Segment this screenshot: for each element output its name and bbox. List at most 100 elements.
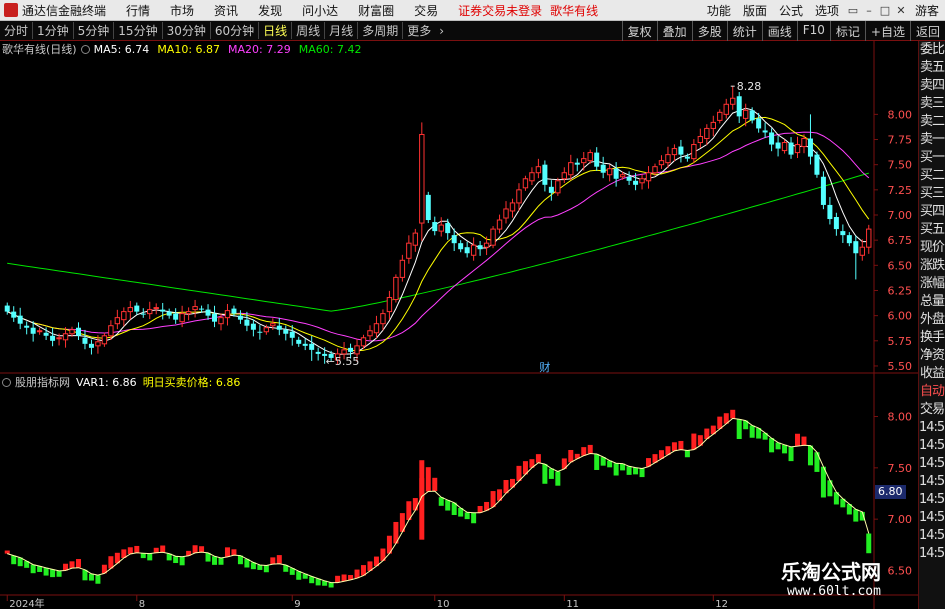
sidebar-item[interactable]: 交易	[919, 401, 945, 419]
sidebar-item[interactable]: 买一	[919, 149, 945, 167]
sidebar-item[interactable]: 买三	[919, 185, 945, 203]
watermark: 乐淘公式网 www.60lt.com	[775, 556, 925, 606]
minimize-icon[interactable]: –	[861, 4, 877, 17]
chart-canvas[interactable]: 5.50 5.75 6.00 6.25 6.50 6.75 7.00 7.25 7.50 7.75…	[0, 41, 918, 609]
candle-body	[205, 309, 211, 316]
chevron-right-icon[interactable]: ›	[435, 24, 448, 38]
sidebar-item[interactable]: 卖一	[919, 131, 945, 149]
sidebar-item-auto[interactable]: 自动	[919, 383, 945, 401]
tool-stats-button[interactable]: 统计	[726, 21, 762, 41]
price-tick-label: 8.00	[888, 108, 913, 121]
indicator-bar	[354, 569, 360, 579]
candle-body	[348, 347, 354, 352]
candle-body	[814, 154, 820, 175]
sidebar-item[interactable]: 外盘	[919, 311, 945, 329]
tool-back-button[interactable]: 返回	[909, 21, 945, 41]
candle-body	[185, 311, 192, 315]
menu-bar: 通达信金融终端 行情 市场 资讯 发现 问小达 财富圈 交易 证券交易未登录 歌…	[0, 0, 945, 21]
tool-adjust-button[interactable]: 复权	[621, 21, 657, 41]
menu-item-wealth[interactable]: 财富圈	[348, 2, 404, 19]
indicator-bar	[127, 547, 133, 555]
restore-icon[interactable]: ▭	[845, 4, 861, 17]
tab-60min[interactable]: 60分钟	[209, 22, 258, 39]
candle-body	[276, 325, 282, 330]
candle-body	[464, 247, 470, 254]
candle-body	[231, 308, 237, 314]
candle-body	[380, 313, 386, 325]
menu-item-discover[interactable]: 发现	[248, 2, 292, 19]
candle-body	[548, 186, 554, 193]
menu-function[interactable]: 功能	[701, 2, 737, 19]
tab-intraday[interactable]: 分时	[0, 22, 32, 39]
sidebar-item[interactable]: 收益	[919, 365, 945, 383]
tab-30min[interactable]: 30分钟	[161, 22, 210, 39]
indicator-settings-icon[interactable]	[2, 377, 11, 387]
tab-daily[interactable]: 日线	[258, 22, 291, 39]
candle-body	[95, 341, 101, 347]
sidebar-item[interactable]: 卖五	[919, 59, 945, 77]
menu-formula[interactable]: 公式	[773, 2, 809, 19]
ma5-label: MA5: 6.74	[93, 42, 150, 56]
sidebar-tick: 14:56	[919, 510, 945, 525]
ma20-label: MA20: 7.29	[228, 42, 291, 56]
login-warning[interactable]: 证券交易未登录	[458, 2, 542, 19]
tool-overlay-button[interactable]: 叠加	[656, 21, 692, 41]
tool-multi-stock-button[interactable]: 多股	[691, 21, 727, 41]
tab-1min[interactable]: 1分钟	[32, 22, 73, 39]
tab-5min[interactable]: 5分钟	[72, 22, 114, 39]
xaxis-label: 8	[139, 599, 145, 609]
sidebar-item[interactable]: 现价	[919, 239, 945, 257]
sidebar-item[interactable]: 委比	[919, 41, 945, 59]
menu-item-trade[interactable]: 交易	[404, 2, 448, 19]
sidebar-item[interactable]: 买四	[919, 203, 945, 221]
menu-layout[interactable]: 版面	[737, 2, 773, 19]
menu-item-ask[interactable]: 问小达	[292, 2, 348, 19]
tool-mark-button[interactable]: 标记	[829, 21, 865, 41]
candle-body	[626, 176, 632, 181]
indicator-bar	[43, 567, 49, 576]
guest-label[interactable]: 游客	[909, 2, 945, 19]
tool-draw-button[interactable]: 画线	[761, 21, 797, 41]
indicator-bar	[548, 468, 554, 479]
candle-body	[62, 333, 69, 341]
menu-item-news[interactable]: 资讯	[204, 2, 248, 19]
tab-weekly[interactable]: 周线	[291, 22, 324, 39]
watermark-url: www.60lt.com	[787, 584, 881, 599]
menu-item-quotes[interactable]: 行情	[116, 2, 160, 19]
sidebar-item[interactable]: 卖三	[919, 95, 945, 113]
indicator-bar	[535, 454, 541, 463]
sidebar-item[interactable]: 卖二	[919, 113, 945, 131]
indicator-bar	[555, 471, 561, 486]
app-logo-icon	[4, 3, 18, 17]
tab-multi-period[interactable]: 多周期	[357, 22, 402, 39]
tab-more[interactable]: 更多	[402, 22, 435, 39]
tab-monthly[interactable]: 月线	[324, 22, 357, 39]
candle-body	[684, 156, 690, 159]
sidebar-item[interactable]: 净资	[919, 347, 945, 365]
sidebar-item[interactable]: 涨幅	[919, 275, 945, 293]
right-sidebar: 委比 卖五 卖四 卖三 卖二 卖一 买一 买二 买三 买四 买五 现价 涨跌 涨…	[918, 41, 945, 609]
candle-body	[393, 276, 399, 301]
tab-15min[interactable]: 15分钟	[113, 22, 161, 39]
menu-options[interactable]: 选项	[809, 2, 845, 19]
sidebar-item[interactable]: 总量	[919, 293, 945, 311]
price-panel-title: 歌华有线(日线)	[2, 43, 77, 56]
close-icon[interactable]: ✕	[893, 4, 909, 17]
sidebar-item[interactable]: 涨跌	[919, 257, 945, 275]
menu-item-market[interactable]: 市场	[160, 2, 204, 19]
candle-body	[633, 180, 639, 185]
tool-add-watchlist-button[interactable]: +自选	[864, 21, 910, 41]
sidebar-tick: 14:56	[919, 492, 945, 507]
sidebar-item[interactable]: 换手	[919, 329, 945, 347]
candle-body	[127, 307, 134, 313]
sidebar-item[interactable]: 卖四	[919, 77, 945, 95]
maximize-icon[interactable]: □	[877, 4, 893, 17]
settings-dot-icon[interactable]	[80, 44, 90, 54]
candle-body	[555, 180, 561, 194]
candle-body	[257, 331, 263, 333]
sidebar-item[interactable]: 买五	[919, 221, 945, 239]
sidebar-item[interactable]: 买二	[919, 167, 945, 185]
candle-body	[516, 189, 522, 204]
tool-f10-button[interactable]: F10	[796, 21, 830, 41]
indicator-bar	[56, 570, 62, 577]
